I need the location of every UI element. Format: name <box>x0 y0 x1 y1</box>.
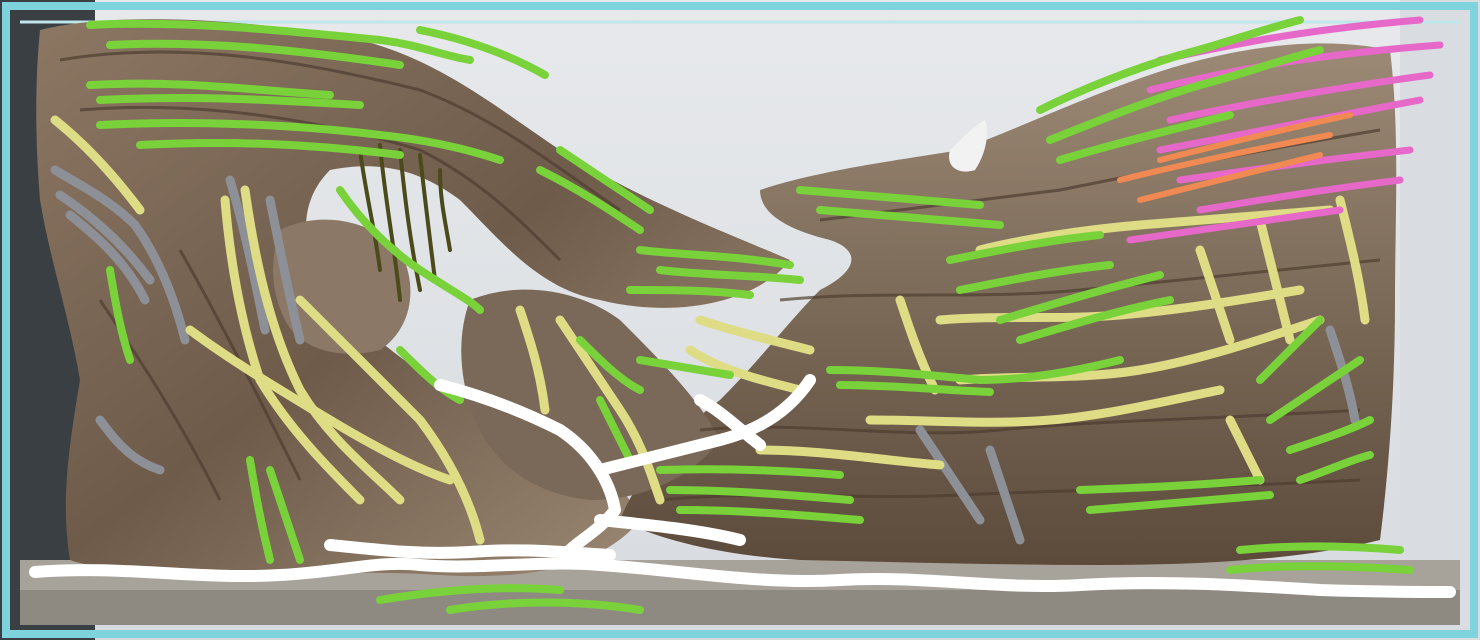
aquarium-sketch <box>0 0 1480 640</box>
aquarium-photo <box>0 0 1480 640</box>
substrate-front <box>20 590 1460 625</box>
right-wall <box>1400 0 1480 640</box>
